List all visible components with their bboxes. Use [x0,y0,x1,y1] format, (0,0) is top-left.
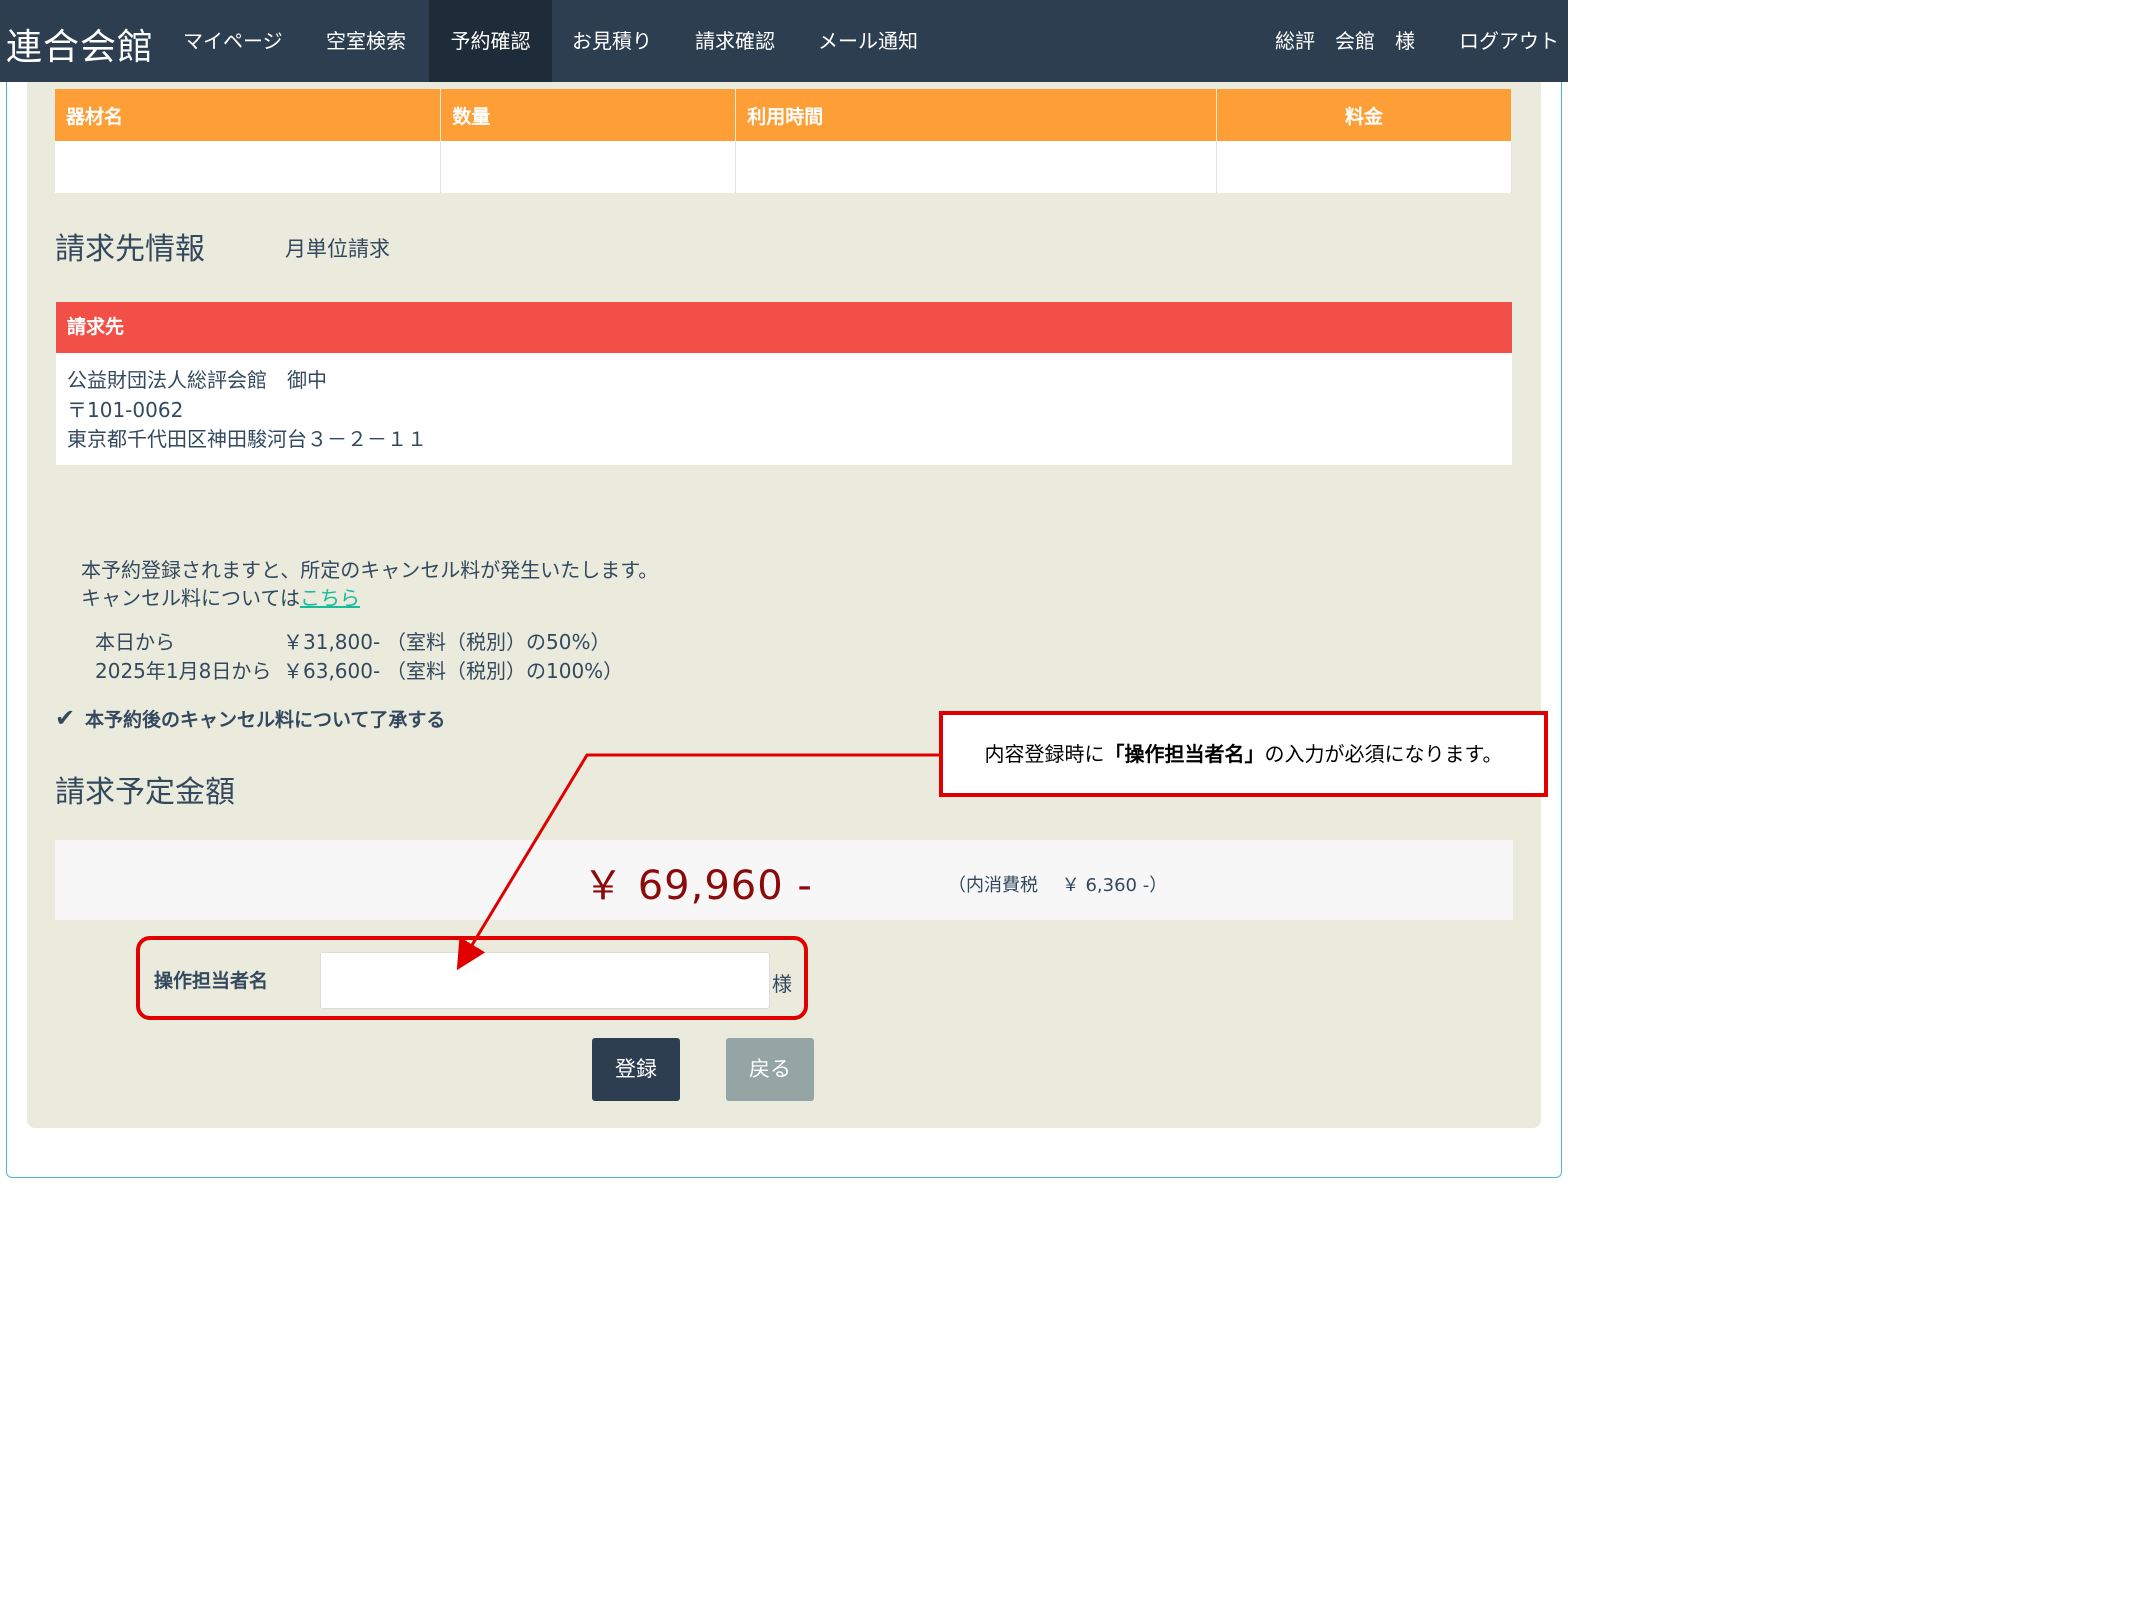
annotation-emphasis: 「操作担当者名」 [1104,742,1265,766]
annotation-highlight-frame [136,936,808,1020]
cancel-link-prefix: キャンセル料については [81,586,300,610]
billing-postal: 〒101-0062 [67,397,184,422]
cancel-row-1-amount: ￥31,800- [283,630,381,654]
register-button[interactable]: 登録 [592,1038,680,1101]
cancel-row-1-note: （室料（税別）の50%） [386,630,611,654]
annotation-prefix: 内容登録時に [984,742,1105,766]
billing-name: 公益財団法人総評会館 御中 [67,368,327,392]
table-cell [735,141,1218,193]
table-row [55,141,1512,193]
cancel-row-2-note: （室料（税別）の100%） [386,659,624,683]
amount-section-title: 請求予定金額 [55,775,235,810]
annotation-suffix: の入力が必須になります。 [1264,742,1503,766]
annotation-callout: 内容登録時に「操作担当者名」の入力が必須になります。 [939,711,1548,797]
nav-estimate[interactable]: お見積り [572,0,652,82]
billing-address: 東京都千代田区神田駿河台３－２－１１ [67,427,427,451]
cancel-agree-checkbox[interactable]: ✔ 本予約後のキャンセル料について了承する [55,704,445,732]
table-cell [440,141,737,193]
cancel-row-1-from: 本日から [95,630,175,654]
col-quantity: 数量 [440,89,737,141]
top-navbar: 連合会館 マイページ 空室検索 予約確認 お見積り 請求確認 メール通知 総評 … [0,0,1568,82]
cancel-row-2-from: 2025年1月8日から [95,659,272,683]
nav-logout[interactable]: ログアウト [1459,0,1559,82]
nav-mail-notification[interactable]: メール通知 [818,0,918,82]
equipment-table: 器材名 数量 利用時間 料金 [55,89,1512,193]
col-equipment-name: 器材名 [55,89,442,141]
cancel-fee-link[interactable]: こちら [300,586,360,610]
billing-body: 公益財団法人総評会館 御中 〒101-0062 東京都千代田区神田駿河台３－２－… [56,353,1512,465]
nav-mypage[interactable]: マイページ [183,0,283,82]
nav-reservation-confirm[interactable]: 予約確認 [429,0,552,82]
brand-logo[interactable]: 連合会館 [6,18,154,70]
col-fee: 料金 [1216,89,1512,141]
cancel-notice: 本予約登録されますと、所定のキャンセル料が発生いたします。 [81,558,659,582]
nav-room-search[interactable]: 空室検索 [326,0,406,82]
back-button[interactable]: 戻る [726,1038,814,1101]
billing-section-title: 請求先情報 [55,232,205,267]
cancel-link-line: キャンセル料についてはこちら [81,582,360,611]
total-amount: ￥ 69,960 - [583,863,813,909]
cancel-agree-label: 本予約後のキャンセル料について了承する [85,709,446,731]
table-cell [55,141,442,193]
nav-billing-confirm[interactable]: 請求確認 [695,0,775,82]
tax-amount: （内消費税 ￥ 6,360 -） [948,875,1168,896]
billing-type: 月単位請求 [285,237,390,261]
col-usage-time: 利用時間 [735,89,1218,141]
check-icon: ✔ [55,704,76,732]
billing-header: 請求先 [56,302,1512,353]
table-cell [1216,141,1512,193]
cancel-row-2-amount: ￥63,600- [283,659,381,683]
nav-user-name[interactable]: 総評 会館 様 [1275,0,1415,82]
